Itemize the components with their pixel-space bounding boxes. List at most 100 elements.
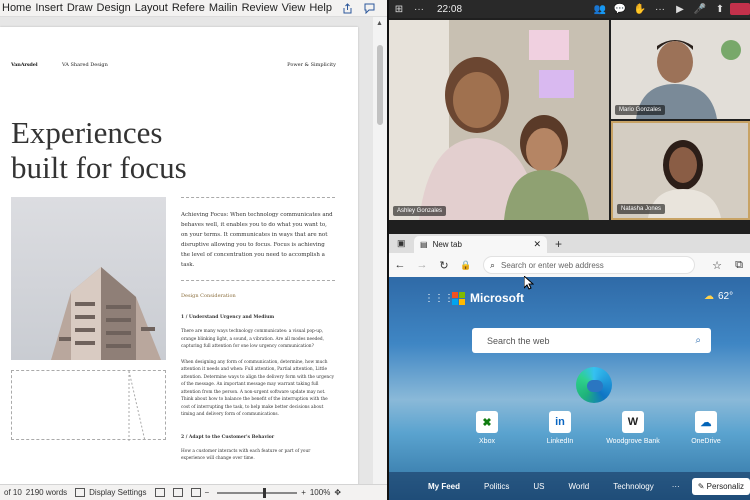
raise-hand-icon[interactable]: ✋ xyxy=(630,4,650,15)
feed-tab-politics[interactable]: Politics xyxy=(484,482,509,491)
leave-call-button[interactable] xyxy=(730,3,750,15)
display-settings[interactable]: Display Settings xyxy=(89,488,146,497)
camera-icon[interactable]: ▶ xyxy=(670,4,690,15)
page-title: Experiences built for focus xyxy=(11,115,187,185)
paragraph-2: When designing any form of communication… xyxy=(181,359,335,418)
tab-references[interactable]: Refere xyxy=(170,2,207,14)
tab-help[interactable]: Help xyxy=(307,2,334,14)
microsoft-squares-icon xyxy=(452,291,465,305)
quick-link-xbox[interactable]: ✖ Xbox xyxy=(452,411,522,445)
linkedin-icon: in xyxy=(549,411,571,433)
tab-insert[interactable]: Insert xyxy=(33,2,65,14)
participants-icon[interactable]: 👥 xyxy=(590,4,610,15)
tab-title: New tab xyxy=(432,240,462,249)
weather-temp: 62° xyxy=(718,291,734,302)
section-heading: Design Consideration xyxy=(181,293,236,299)
weather-widget[interactable]: ☁ 62° xyxy=(704,291,733,302)
video-tile-mario[interactable]: Mario Gonzales xyxy=(611,20,750,119)
address-placeholder: Search or enter web address xyxy=(501,260,604,270)
zoom-level[interactable]: 100% xyxy=(310,488,330,497)
word-count[interactable]: 2190 words xyxy=(26,488,67,497)
text-column: Achieving Focus: When technology communi… xyxy=(181,197,335,463)
participant-name-main: Ashley Gonzales xyxy=(393,206,447,216)
web-search-placeholder: Search the web xyxy=(487,335,550,346)
tab-favicon-icon: ▤ xyxy=(420,240,428,249)
news-feed-bar: My Feed Politics US World Technology ···… xyxy=(389,472,750,500)
onedrive-icon: ☁ xyxy=(695,411,717,433)
status-bar: of 10 2190 words Display Settings − + 10… xyxy=(0,484,387,500)
building-photo[interactable] xyxy=(11,197,166,360)
tab-strip: ▣ ▤ New tab ✕ + xyxy=(389,234,750,253)
quick-link-woodgrove[interactable]: W Woodgrove Bank xyxy=(598,411,668,445)
image-placeholder-frame[interactable] xyxy=(11,370,166,441)
quick-link-onedrive[interactable]: ☁ OneDrive xyxy=(671,411,741,445)
grid-view-icon[interactable]: ⊞ xyxy=(389,4,409,15)
share-screen-icon[interactable]: ⬆ xyxy=(710,4,730,15)
feed-tab-my-feed[interactable]: My Feed xyxy=(428,482,460,491)
more-feeds-icon[interactable]: ··· xyxy=(672,482,680,491)
intro-paragraph: Achieving Focus: When technology communi… xyxy=(181,212,333,268)
search-icon[interactable]: ⌕ xyxy=(695,335,701,346)
page-count[interactable]: of 10 xyxy=(4,488,22,497)
edge-logo-icon xyxy=(576,367,612,403)
forward-icon[interactable]: → xyxy=(411,259,433,271)
refresh-icon[interactable]: ↻ xyxy=(433,259,455,272)
zoom-slider-knob[interactable] xyxy=(263,487,267,498)
move-handle-icon[interactable]: ✥ xyxy=(334,488,341,497)
header-shared-design: VA Shared Design xyxy=(62,62,108,68)
back-icon[interactable]: ← xyxy=(389,259,411,271)
vertical-scrollbar[interactable]: ▲ xyxy=(373,17,387,484)
tab-view[interactable]: View xyxy=(280,2,308,14)
read-mode-icon[interactable] xyxy=(154,488,165,497)
scrollbar-thumb[interactable] xyxy=(377,45,383,125)
feed-tab-technology[interactable]: Technology xyxy=(613,482,653,491)
microsoft-brand: Microsoft xyxy=(470,291,524,305)
share-icon[interactable] xyxy=(340,1,356,15)
mic-icon[interactable]: 🎤 xyxy=(690,4,710,15)
paragraph-3: How a customer interacts with each featu… xyxy=(181,448,311,462)
print-layout-icon[interactable] xyxy=(172,488,183,497)
tab-review[interactable]: Review xyxy=(240,2,280,14)
more-icon[interactable]: ··· xyxy=(409,4,429,15)
brand-logo: VanArsdel xyxy=(11,62,38,68)
search-icon: ⌕ xyxy=(490,259,496,270)
favorites-icon[interactable]: ☆ xyxy=(706,259,728,272)
zoom-out-icon[interactable]: − xyxy=(205,488,210,497)
browser-toolbar: ← → ↻ 🔒 ⌕ Search or enter web address ☆ … xyxy=(389,253,750,277)
tab-design[interactable]: Design xyxy=(95,2,133,14)
title-line-2: built for focus xyxy=(11,150,187,185)
web-search-box[interactable]: Search the web ⌕ xyxy=(472,328,711,353)
lock-icon: 🔒 xyxy=(460,259,472,270)
personalize-button[interactable]: ✎ Personaliz xyxy=(691,477,750,495)
zoom-slider[interactable] xyxy=(217,487,298,498)
divider-line xyxy=(181,280,335,281)
feed-tab-us[interactable]: US xyxy=(533,482,544,491)
tab-layout[interactable]: Layout xyxy=(133,2,170,14)
scroll-up-icon[interactable]: ▲ xyxy=(376,20,383,27)
comments-icon[interactable] xyxy=(362,1,378,15)
new-tab-icon[interactable]: + xyxy=(555,237,562,251)
tab-new[interactable]: ▤ New tab ✕ xyxy=(414,236,547,253)
close-tab-icon[interactable]: ✕ xyxy=(533,239,541,250)
address-bar[interactable]: ⌕ Search or enter web address xyxy=(483,256,695,274)
personalize-label: Personaliz xyxy=(706,481,744,491)
web-layout-icon[interactable] xyxy=(190,488,201,497)
tab-actions-icon[interactable]: ▣ xyxy=(397,238,406,249)
woodgrove-bank-icon: W xyxy=(622,411,644,433)
more-options-icon[interactable]: ··· xyxy=(650,4,670,15)
tab-home[interactable]: Home xyxy=(0,2,33,14)
app-launcher-icon[interactable]: ⋮⋮⋮ xyxy=(424,293,454,304)
tab-mailings[interactable]: Mailin xyxy=(207,2,240,14)
collections-icon[interactable]: ⧉ xyxy=(728,259,750,272)
feed-tab-world[interactable]: World xyxy=(568,482,589,491)
participant-name-natasha: Natasha Jones xyxy=(617,204,666,214)
chat-icon[interactable]: 💬 xyxy=(610,4,630,15)
zoom-in-icon[interactable]: + xyxy=(301,488,306,497)
video-tile-main[interactable]: Ashley Gonzales xyxy=(389,20,609,220)
weather-icon: ☁ xyxy=(704,291,714,302)
video-tile-natasha[interactable]: Natasha Jones xyxy=(611,121,750,220)
quick-link-linkedin[interactable]: in LinkedIn xyxy=(525,411,595,445)
document-page[interactable]: VanArsdel VA Shared Design Power & Simpl… xyxy=(0,27,358,497)
teams-call-window: ⊞ ··· 22:08 👥 💬 ✋ ··· ▶ 🎤 ⬆ Ashley Gonza… xyxy=(389,0,750,234)
tab-draw[interactable]: Draw xyxy=(65,2,95,14)
